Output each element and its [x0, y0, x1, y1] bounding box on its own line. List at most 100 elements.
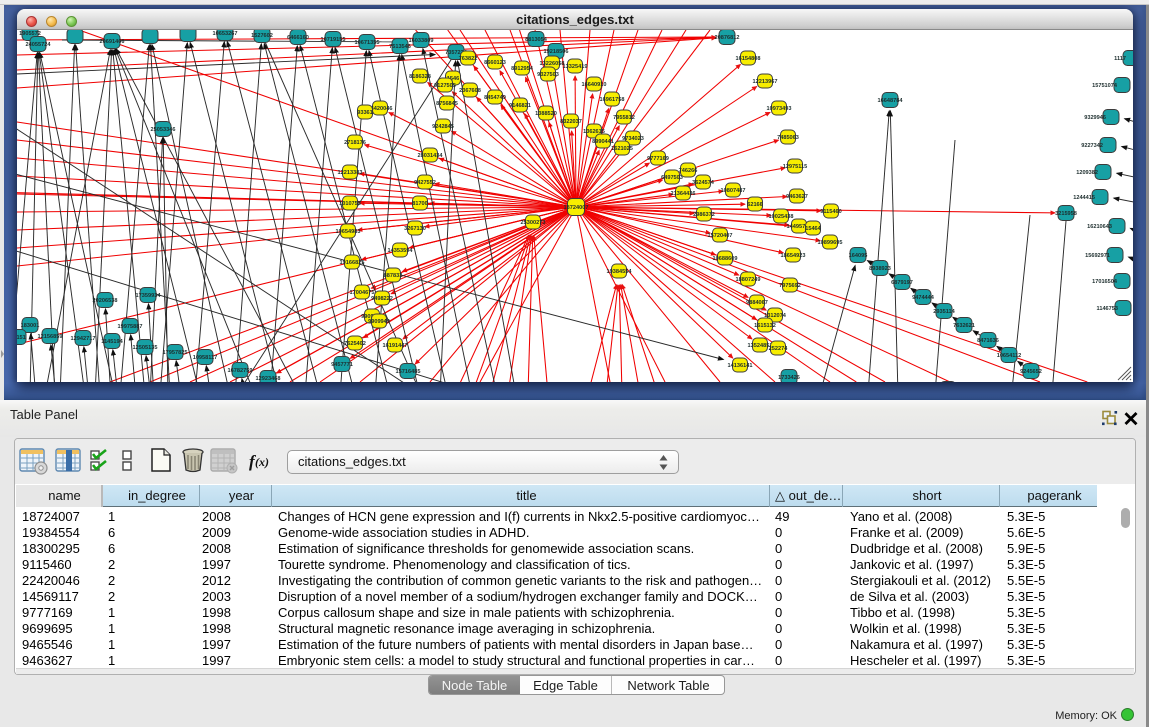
- svg-text:28031434: 28031434: [418, 153, 444, 159]
- svg-text:10025438: 10025438: [769, 214, 794, 220]
- svg-text:8454749: 8454749: [484, 95, 506, 101]
- svg-text:3624574: 3624574: [692, 180, 715, 186]
- svg-text:9327503: 9327503: [537, 72, 559, 78]
- svg-text:12505135: 12505135: [133, 345, 158, 351]
- svg-text:10807487: 10807487: [721, 188, 746, 194]
- svg-text:9242845: 9242845: [432, 124, 454, 130]
- svg-text:16961758: 16961758: [600, 97, 625, 103]
- svg-text:20206538: 20206538: [93, 298, 118, 304]
- svg-text:1145194: 1145194: [101, 339, 123, 345]
- svg-text:14136141: 14136141: [728, 363, 753, 369]
- svg-text:9227342: 9227342: [1081, 143, 1103, 149]
- svg-text:2367608: 2367608: [459, 88, 481, 94]
- svg-text:6497503: 6497503: [661, 175, 683, 181]
- svg-text:1621025: 1621025: [611, 146, 633, 152]
- svg-text:183001: 183001: [21, 323, 40, 329]
- svg-text:20876812: 20876812: [715, 35, 740, 41]
- svg-text:887833: 887833: [384, 273, 403, 279]
- svg-text:9115460: 9115460: [820, 209, 841, 215]
- svg-text:10719155: 10719155: [321, 37, 346, 43]
- svg-text:9245652: 9245652: [1020, 369, 1042, 375]
- svg-text:10654112: 10654112: [997, 353, 1022, 359]
- svg-text:14353594: 14353594: [388, 248, 414, 254]
- svg-text:(x): (x): [255, 455, 269, 469]
- svg-text:62166: 62166: [747, 202, 763, 208]
- svg-text:8912954: 8912954: [511, 66, 534, 72]
- svg-text:39151: 39151: [17, 335, 26, 341]
- svg-text:17016504: 17016504: [1092, 279, 1118, 285]
- svg-text:12975115: 12975115: [783, 164, 808, 170]
- svg-text:9498222: 9498222: [371, 296, 393, 302]
- svg-text:19218506: 19218506: [544, 49, 569, 55]
- svg-text:13226058: 13226058: [540, 61, 565, 67]
- svg-text:1209382: 1209382: [1076, 170, 1098, 176]
- svg-text:8471636: 8471636: [977, 338, 999, 344]
- svg-text:10899695: 10899695: [818, 240, 843, 246]
- svg-text:16191447: 16191447: [383, 343, 408, 349]
- svg-text:763822: 763822: [459, 56, 478, 62]
- svg-text:16640910: 16640910: [582, 82, 607, 88]
- svg-text:12213967: 12213967: [753, 79, 778, 85]
- svg-text:7975692: 7975692: [779, 283, 801, 289]
- svg-text:19975887: 19975887: [118, 324, 143, 330]
- svg-text:93361: 93361: [357, 110, 373, 116]
- svg-text:1146753: 1146753: [1097, 306, 1118, 312]
- svg-text:8813054: 8813054: [525, 37, 548, 43]
- svg-text:13325419: 13325419: [563, 64, 588, 70]
- svg-text:7632621: 7632621: [953, 323, 975, 329]
- svg-text:10958117: 10958117: [193, 355, 218, 361]
- svg-text:7625402: 7625402: [344, 341, 366, 347]
- svg-text:21364436: 21364436: [671, 191, 696, 197]
- svg-text:9457771: 9457771: [331, 362, 353, 368]
- svg-text:7513546: 7513546: [389, 44, 411, 50]
- svg-text:10688609: 10688609: [713, 256, 738, 262]
- svg-text:19384554: 19384554: [607, 269, 633, 275]
- svg-text:12923468: 12923468: [256, 376, 281, 382]
- svg-text:9329946: 9329946: [1084, 115, 1106, 121]
- svg-text:15720407: 15720407: [708, 233, 733, 239]
- svg-text:8990441: 8990441: [592, 139, 614, 145]
- svg-text:9146821: 9146821: [509, 103, 531, 109]
- svg-text:15751074: 15751074: [1092, 83, 1118, 89]
- svg-text:1244415: 1244415: [1073, 195, 1095, 201]
- svg-text:3215958: 3215958: [1055, 211, 1077, 217]
- svg-text:19166825: 19166825: [340, 260, 365, 266]
- svg-text:8186328: 8186328: [409, 74, 431, 80]
- svg-text:19654983: 19654983: [336, 229, 361, 235]
- svg-text:9463627: 9463627: [786, 194, 808, 200]
- svg-text:9777169: 9777169: [647, 156, 669, 162]
- svg-text:15716485: 15716485: [396, 369, 421, 375]
- svg-text:10671355: 10671355: [355, 40, 380, 46]
- svg-text:746266: 746266: [679, 168, 698, 174]
- svg-text:24055724: 24055724: [26, 42, 52, 48]
- svg-text:8938923: 8938923: [869, 266, 891, 272]
- svg-text:9909949: 9909949: [368, 319, 390, 325]
- svg-text:16033809: 16033809: [409, 38, 434, 44]
- svg-text:1010755: 1010755: [339, 201, 361, 207]
- svg-text:6879197: 6879197: [891, 280, 913, 286]
- svg-text:8660123: 8660123: [484, 60, 506, 66]
- svg-text:7955812: 7955812: [613, 115, 635, 121]
- svg-text:9884067: 9884067: [746, 300, 768, 306]
- svg-text:25053346: 25053346: [151, 127, 176, 133]
- svg-text:25300273: 25300273: [521, 220, 546, 226]
- svg-text:9427552: 9427552: [414, 180, 436, 186]
- svg-text:10973493: 10973493: [767, 106, 792, 112]
- svg-text:1117: 1117: [1114, 56, 1126, 62]
- svg-text:1615132: 1615132: [754, 323, 776, 329]
- svg-text:16210643: 16210643: [1087, 224, 1112, 230]
- svg-text:16648784: 16648784: [878, 98, 904, 104]
- svg-text:252274: 252274: [769, 346, 789, 352]
- svg-text:16154808: 16154808: [736, 56, 761, 62]
- svg-text:15464: 15464: [805, 226, 821, 232]
- svg-text:164095: 164095: [849, 253, 868, 259]
- svg-text:6466160: 6466160: [287, 35, 309, 41]
- svg-text:15692971: 15692971: [1085, 253, 1110, 259]
- svg-text:18724007: 18724007: [564, 205, 589, 211]
- svg-text:8322037: 8322037: [560, 119, 582, 125]
- svg-text:2986372: 2986372: [693, 212, 715, 218]
- svg-text:18654923: 18654923: [781, 253, 806, 259]
- svg-text:17957825: 17957825: [163, 350, 188, 356]
- svg-text:1388520: 1388520: [535, 111, 557, 117]
- svg-text:12213383: 12213383: [338, 170, 363, 176]
